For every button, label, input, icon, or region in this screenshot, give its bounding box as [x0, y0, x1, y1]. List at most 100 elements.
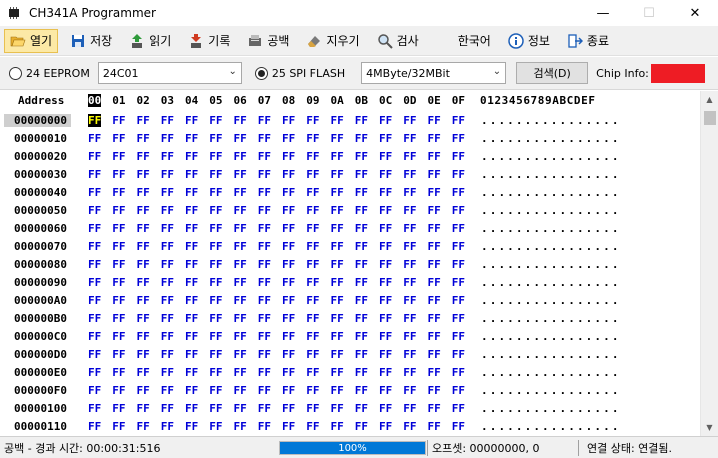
hex-byte-cell[interactable]: FF: [306, 330, 319, 343]
hex-byte-cell[interactable]: FF: [209, 150, 222, 163]
hex-byte-cell[interactable]: FF: [258, 348, 271, 361]
hex-byte-cell[interactable]: FF: [428, 240, 441, 253]
hex-byte-cell[interactable]: FF: [185, 330, 198, 343]
hex-byte-cell[interactable]: FF: [88, 366, 101, 379]
hex-byte-cell[interactable]: FF: [112, 348, 125, 361]
hex-row[interactable]: 000000C0 FF FF FF FF FF FF FF FF FF FF FF FF FF FF FF FF…: [0, 328, 700, 346]
hex-byte-cell[interactable]: FF: [452, 402, 465, 415]
hex-byte-cell[interactable]: FF: [355, 150, 368, 163]
hex-byte-cell[interactable]: FF: [234, 402, 247, 415]
hex-byte-cell[interactable]: FF: [185, 294, 198, 307]
hex-byte-cell[interactable]: FF: [112, 294, 125, 307]
hex-byte-cell[interactable]: FF: [161, 312, 174, 325]
hex-byte-cell[interactable]: FF: [355, 348, 368, 361]
hex-byte-cell[interactable]: FF: [428, 402, 441, 415]
open-button[interactable]: 열기: [4, 28, 59, 53]
hex-byte-cell[interactable]: FF: [88, 222, 101, 235]
hex-byte-cell[interactable]: FF: [282, 276, 295, 289]
hex-byte-cell[interactable]: FF: [428, 312, 441, 325]
hex-byte-cell[interactable]: FF: [403, 114, 416, 127]
hex-byte-cell[interactable]: FF: [282, 366, 295, 379]
hex-byte-cell[interactable]: FF: [209, 402, 222, 415]
hex-byte-cell[interactable]: FF: [355, 402, 368, 415]
hex-byte-cell[interactable]: FF: [306, 312, 319, 325]
hex-byte-cell[interactable]: FF: [428, 420, 441, 433]
hex-byte-cell[interactable]: FF: [209, 258, 222, 271]
hex-byte-cell[interactable]: FF: [88, 276, 101, 289]
hex-row[interactable]: 000000D0 FF FF FF FF FF FF FF FF FF FF FF FF FF FF FF FF…: [0, 346, 700, 364]
hex-byte-cell[interactable]: FF: [331, 420, 344, 433]
hex-byte-cell[interactable]: FF: [234, 384, 247, 397]
hex-byte-cell[interactable]: FF: [234, 420, 247, 433]
hex-byte-cell[interactable]: FF: [428, 276, 441, 289]
ascii-cell[interactable]: ................: [481, 402, 621, 415]
hex-byte-cell[interactable]: FF: [379, 114, 392, 127]
hex-byte-cell[interactable]: FF: [258, 294, 271, 307]
hex-byte-cell[interactable]: FF: [137, 222, 150, 235]
hex-byte-cell[interactable]: FF: [428, 204, 441, 217]
ascii-cell[interactable]: ................: [481, 186, 621, 199]
hex-byte-cell[interactable]: FF: [209, 294, 222, 307]
hex-byte-cell[interactable]: FF: [209, 114, 222, 127]
hex-byte-cell[interactable]: FF: [306, 384, 319, 397]
hex-byte-cell[interactable]: FF: [161, 330, 174, 343]
hex-byte-cell[interactable]: FF: [234, 150, 247, 163]
hex-byte-cell[interactable]: FF: [88, 348, 101, 361]
hex-byte-cell[interactable]: FF: [137, 258, 150, 271]
hex-byte-cell[interactable]: FF: [379, 204, 392, 217]
hex-byte-cell[interactable]: FF: [112, 168, 125, 181]
hex-byte-cell[interactable]: FF: [112, 240, 125, 253]
ascii-cell[interactable]: ................: [481, 168, 621, 181]
hex-byte-cell[interactable]: FF: [234, 366, 247, 379]
hex-byte-cell[interactable]: FF: [258, 240, 271, 253]
hex-byte-cell[interactable]: FF: [282, 132, 295, 145]
hex-byte-cell[interactable]: FF: [258, 366, 271, 379]
hex-byte-cell[interactable]: FF: [258, 258, 271, 271]
hex-byte-cell[interactable]: FF: [88, 132, 101, 145]
hex-byte-cell[interactable]: FF: [403, 168, 416, 181]
hex-byte-cell[interactable]: FF: [209, 186, 222, 199]
hex-byte-cell[interactable]: FF: [185, 312, 198, 325]
hex-byte-cell[interactable]: FF: [209, 348, 222, 361]
hex-byte-cell[interactable]: FF: [137, 294, 150, 307]
hex-byte-cell[interactable]: FF: [452, 330, 465, 343]
hex-byte-cell[interactable]: FF: [161, 114, 174, 127]
hex-byte-cell[interactable]: FF: [282, 204, 295, 217]
hex-byte-cell[interactable]: FF: [112, 150, 125, 163]
hex-byte-cell[interactable]: FF: [258, 222, 271, 235]
hex-row[interactable]: 00000030 FF FF FF FF FF FF FF FF FF FF FF FF FF FF FF FF…: [0, 166, 700, 184]
hex-byte-cell[interactable]: FF: [161, 348, 174, 361]
hex-byte-cell[interactable]: FF: [161, 150, 174, 163]
hex-byte-cell[interactable]: FF: [209, 384, 222, 397]
hex-row[interactable]: 00000000 FF FF FF FF FF FF FF FF FF FF FF FF FF FF FF FF…: [0, 112, 700, 130]
hex-byte-cell[interactable]: FF: [403, 204, 416, 217]
minimize-button[interactable]: —: [580, 0, 626, 26]
hex-byte-cell[interactable]: FF: [355, 240, 368, 253]
hex-row[interactable]: 00000080 FF FF FF FF FF FF FF FF FF FF FF FF FF FF FF FF…: [0, 256, 700, 274]
hex-byte-cell[interactable]: FF: [331, 150, 344, 163]
hex-byte-cell[interactable]: FF: [185, 168, 198, 181]
hex-byte-cell[interactable]: FF: [258, 330, 271, 343]
maximize-button[interactable]: ☐: [626, 0, 672, 26]
hex-byte-cell[interactable]: FF: [112, 276, 125, 289]
hex-byte-cell[interactable]: FF: [355, 384, 368, 397]
hex-byte-cell[interactable]: FF: [88, 204, 101, 217]
hex-byte-cell[interactable]: FF: [185, 132, 198, 145]
hex-byte-cell[interactable]: FF: [355, 204, 368, 217]
hex-byte-cell[interactable]: FF: [137, 150, 150, 163]
hex-byte-cell[interactable]: FF: [161, 204, 174, 217]
hex-byte-cell[interactable]: FF: [209, 276, 222, 289]
hex-byte-cell[interactable]: FF: [112, 366, 125, 379]
hex-byte-cell[interactable]: FF: [234, 240, 247, 253]
hex-byte-cell[interactable]: FF: [112, 384, 125, 397]
hex-byte-cell[interactable]: FF: [331, 222, 344, 235]
hex-byte-cell[interactable]: FF: [234, 114, 247, 127]
hex-byte-cell[interactable]: FF: [379, 168, 392, 181]
hex-byte-cell[interactable]: FF: [258, 114, 271, 127]
hex-byte-cell[interactable]: FF: [88, 240, 101, 253]
hex-byte-cell[interactable]: FF: [161, 384, 174, 397]
hex-byte-cell[interactable]: FF: [355, 222, 368, 235]
hex-byte-cell[interactable]: FF: [379, 150, 392, 163]
hex-byte-cell[interactable]: FF: [379, 186, 392, 199]
hex-byte-cell[interactable]: FF: [209, 222, 222, 235]
